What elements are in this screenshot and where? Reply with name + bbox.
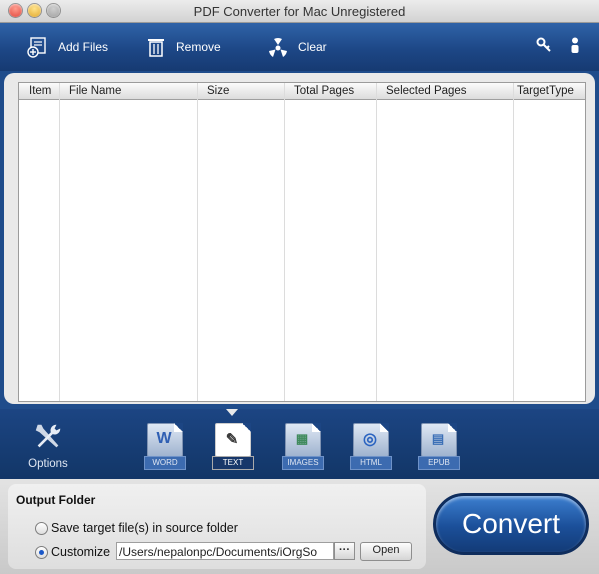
user-icon: [571, 37, 579, 53]
output-folder-panel: Output Folder Save target file(s) in sou…: [8, 484, 426, 569]
browse-button[interactable]: ···: [334, 542, 355, 560]
key-icon: [536, 37, 551, 52]
output-area: Output Folder Save target file(s) in sou…: [0, 479, 599, 574]
open-folder-button[interactable]: Open: [360, 542, 412, 561]
add-files-button[interactable]: Add Files: [27, 33, 108, 61]
type-html-label: HTML: [350, 456, 392, 470]
save-in-source-label[interactable]: Save target file(s) in source folder: [51, 521, 238, 535]
table-header: Item File Name Size Total Pages Selected…: [19, 83, 585, 100]
word-icon: W: [156, 430, 172, 447]
clear-icon: [269, 38, 287, 57]
column-header-item[interactable]: Item: [19, 83, 59, 99]
column-divider: [284, 83, 285, 401]
type-epub[interactable]: ▤ EPUB: [418, 423, 460, 470]
main-area: Item File Name Size Total Pages Selected…: [0, 71, 599, 409]
trash-icon: [148, 39, 164, 57]
column-header-target-type[interactable]: TargetType: [513, 83, 585, 99]
type-word[interactable]: W WORD: [144, 423, 186, 470]
add-files-icon: [27, 37, 46, 58]
account-button[interactable]: [569, 31, 581, 59]
customize-label[interactable]: Customize: [51, 545, 110, 559]
column-divider: [376, 83, 377, 401]
output-type-bar: Options W WORD ✎ TEXT ▦ IMAGES ◎ HTML ▤ …: [0, 409, 599, 479]
output-path-field[interactable]: /Users/nepalonpc/Documents/iOrgSo: [116, 542, 334, 560]
customize-radio[interactable]: [35, 546, 48, 559]
column-header-file-name[interactable]: File Name: [59, 83, 197, 99]
window-title: PDF Converter for Mac Unregistered: [193, 4, 406, 19]
remove-button[interactable]: Remove: [145, 33, 221, 61]
file-list-panel: Item File Name Size Total Pages Selected…: [4, 73, 595, 404]
column-header-selected-pages[interactable]: Selected Pages: [376, 83, 513, 99]
type-text[interactable]: ✎ TEXT: [212, 423, 254, 470]
wrench-screwdriver-icon: [35, 424, 61, 448]
title-bar: PDF Converter for Mac Unregistered: [0, 0, 599, 23]
convert-button[interactable]: Convert: [433, 493, 589, 555]
column-divider: [513, 83, 514, 401]
file-table[interactable]: Item File Name Size Total Pages Selected…: [18, 82, 586, 402]
image-icon: ▦: [295, 431, 309, 446]
column-header-total-pages[interactable]: Total Pages: [284, 83, 376, 99]
add-files-label: Add Files: [58, 40, 109, 54]
register-button[interactable]: [536, 31, 552, 59]
globe-icon: ◎: [363, 431, 377, 448]
text-icon: ✎: [225, 431, 239, 448]
type-text-label: TEXT: [212, 456, 254, 470]
remove-label: Remove: [176, 40, 221, 54]
type-images-label: IMAGES: [282, 456, 324, 470]
options-button[interactable]: Options: [26, 421, 70, 471]
type-html[interactable]: ◎ HTML: [350, 423, 392, 470]
type-images[interactable]: ▦ IMAGES: [282, 423, 324, 470]
toolbar: Add Files Remove Clear: [0, 23, 599, 71]
save-in-source-radio[interactable]: [35, 522, 48, 535]
type-word-label: WORD: [144, 456, 186, 470]
column-divider: [197, 83, 198, 401]
column-divider: [59, 83, 60, 401]
epub-icon: ▤: [431, 431, 445, 446]
column-header-size[interactable]: Size: [197, 83, 284, 99]
clear-button[interactable]: Clear: [267, 33, 327, 61]
selection-pointer: [226, 409, 238, 416]
clear-label: Clear: [298, 40, 327, 54]
type-epub-label: EPUB: [418, 456, 460, 470]
options-label: Options: [28, 458, 68, 470]
output-folder-title: Output Folder: [16, 493, 96, 507]
